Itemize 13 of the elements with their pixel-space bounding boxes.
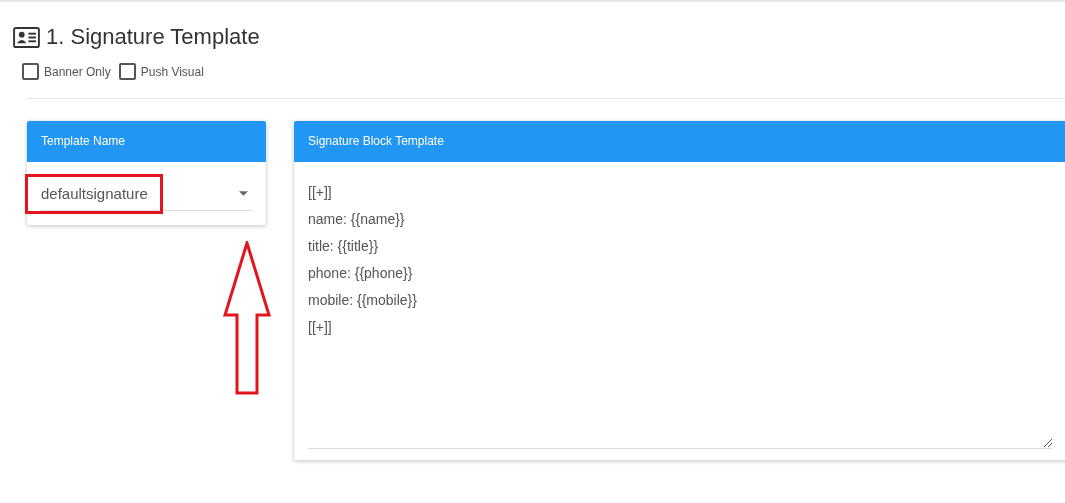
resize-grip-icon[interactable] [1042, 437, 1052, 447]
contact-card-icon [13, 26, 40, 48]
checkbox-label: Push Visual [140, 64, 204, 79]
checkbox-label: Banner Only [44, 64, 111, 79]
section-title: 1. Signature Template [46, 24, 260, 50]
checkbox[interactable] [118, 63, 136, 80]
template-select[interactable]: defaultsignature [41, 176, 252, 211]
template-textarea[interactable]: [[+]] name: {{name}} title: {{title}} phone: {{phone}} mobile: {{mobile}} [[+]] [308, 176, 1052, 449]
dropdown-caret-icon[interactable] [239, 190, 248, 196]
card-header: Signature Block Template [294, 121, 1065, 162]
arrow-up-icon [223, 241, 271, 395]
checkbox[interactable] [22, 63, 39, 80]
card-header: Template Name [27, 121, 266, 162]
